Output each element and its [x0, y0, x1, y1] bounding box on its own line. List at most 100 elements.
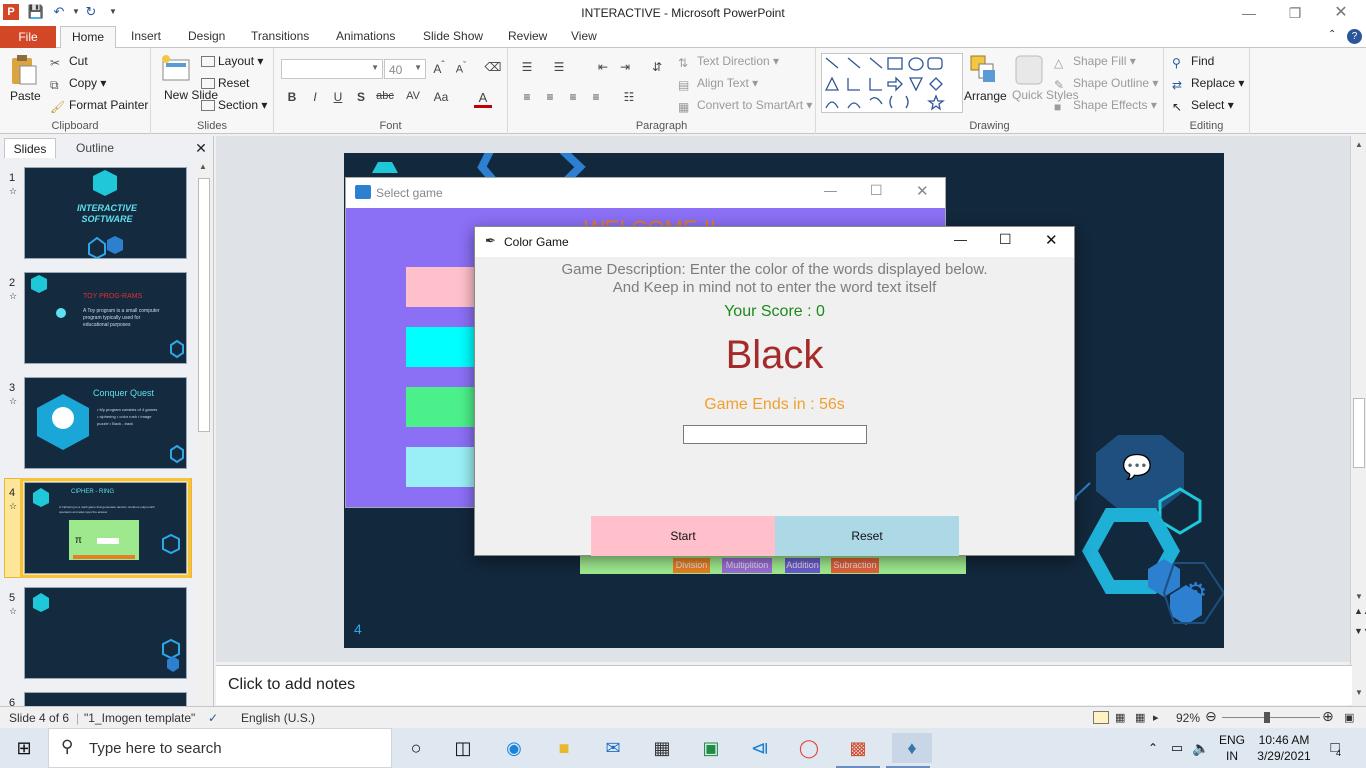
taskbar-search-box[interactable]: ⚲ Type here to search — [48, 728, 392, 768]
align-right-icon[interactable]: ≡ — [564, 90, 582, 108]
scroll-up-icon[interactable]: ▲ — [199, 162, 207, 171]
arrange-icon[interactable] — [969, 54, 999, 86]
zoom-level[interactable]: 92% — [1176, 711, 1200, 725]
find-button[interactable]: ⚲ Find — [1172, 54, 1214, 70]
shadow-icon[interactable]: S — [352, 90, 370, 108]
edge-browser-icon[interactable]: ◉ — [499, 733, 529, 763]
change-case-icon[interactable]: Aa — [432, 90, 450, 108]
chrome-icon[interactable]: ◯ — [794, 733, 824, 763]
minimize-button[interactable]: — — [824, 183, 837, 198]
zoom-in-icon[interactable]: ⊕ — [1322, 708, 1334, 725]
font-name-select[interactable]: ▼ — [281, 59, 383, 79]
shape-effects-button[interactable]: ■ Shape Effects ▾ — [1054, 98, 1157, 114]
tab-home[interactable]: Home — [60, 26, 116, 49]
align-center-icon[interactable]: ≡ — [541, 90, 559, 108]
shape-outline-button[interactable]: ✎ Shape Outline ▾ — [1054, 76, 1158, 92]
strikethrough-icon[interactable]: abc — [376, 90, 394, 108]
previous-slide-icon[interactable]: ▲▲ — [1354, 606, 1366, 616]
format-painter-button[interactable]: 🖌 Format Painter — [50, 98, 148, 114]
mail-icon[interactable]: ✉ — [598, 733, 628, 763]
maximize-button[interactable]: ☐ — [999, 231, 1012, 248]
scroll-down-icon[interactable]: ▼ — [1355, 592, 1363, 601]
convert-smartart-button[interactable]: ▦ Convert to SmartArt ▾ — [678, 98, 812, 114]
subraction-op-button[interactable]: Subraction — [831, 558, 879, 573]
help-icon[interactable]: ? — [1347, 29, 1362, 44]
cut-button[interactable]: ✂ Cut — [50, 54, 88, 70]
replace-button[interactable]: ⇄ Replace ▾ — [1172, 76, 1244, 92]
notes-pane[interactable]: Click to add notes — [216, 665, 1352, 705]
underline-icon[interactable]: U — [329, 90, 347, 108]
close-panel-icon[interactable]: ✕ — [193, 138, 209, 158]
char-spacing-icon[interactable]: AV — [404, 90, 422, 108]
quick-styles-icon[interactable] — [1014, 54, 1044, 86]
tab-slides[interactable]: Slides — [4, 138, 56, 158]
minimize-button[interactable]: — — [954, 232, 967, 247]
tab-review[interactable]: Review — [508, 29, 547, 43]
division-op-button[interactable]: Division — [673, 558, 710, 573]
tab-view[interactable]: View — [571, 29, 597, 43]
tab-outline[interactable]: Outline — [66, 138, 124, 158]
classroom-icon[interactable]: ▣ — [696, 733, 726, 763]
justify-icon[interactable]: ≡ — [587, 90, 605, 108]
slide-thumbnail-4[interactable]: CIPHER - RING A Ciphering is a math game… — [20, 478, 191, 578]
clear-format-icon[interactable]: ⌫ — [484, 60, 502, 78]
section-button[interactable]: Section ▾ — [201, 98, 267, 112]
bold-icon[interactable]: B — [283, 90, 301, 108]
fit-to-window-icon[interactable]: ▣ — [1344, 711, 1354, 724]
addition-op-button[interactable]: Addition — [785, 558, 820, 573]
zoom-slider[interactable] — [1222, 717, 1320, 718]
windows-start-icon[interactable]: ⊞ — [9, 733, 39, 763]
panel-scrollbar[interactable]: ▲ — [196, 160, 212, 706]
notification-center-icon[interactable]: □ — [1320, 733, 1350, 763]
slideshow-view-icon[interactable]: ▸ — [1153, 711, 1159, 724]
editor-scrollbar[interactable]: ▲ ▼ ▲▲ ▼▼ ▼ — [1350, 136, 1366, 706]
zoom-out-icon[interactable]: ⊖ — [1205, 708, 1217, 725]
system-clock[interactable]: 10:46 AM 3/29/2021 — [1252, 732, 1316, 764]
font-color-icon[interactable]: A — [474, 90, 492, 108]
align-text-button[interactable]: ▤ Align Text ▾ — [678, 76, 758, 92]
columns-icon[interactable]: ☷ — [620, 90, 638, 108]
store-icon[interactable]: ▦ — [647, 733, 677, 763]
increase-indent-icon[interactable]: ⇥ — [616, 60, 634, 78]
zoom-slider-thumb[interactable] — [1264, 712, 1270, 723]
decrease-indent-icon[interactable]: ⇤ — [594, 60, 612, 78]
scroll-up-icon[interactable]: ▲ — [1355, 140, 1363, 149]
reading-view-icon[interactable]: ▦ — [1135, 711, 1145, 724]
slide-thumbnail-2[interactable]: TOY PROG-RAMS A Toy program is a small c… — [24, 272, 187, 364]
close-button[interactable]: ✕ — [1045, 231, 1058, 249]
bullets-icon[interactable]: ☰ — [518, 60, 536, 78]
answer-input[interactable] — [683, 425, 867, 444]
tab-design[interactable]: Design — [188, 29, 225, 43]
collapse-ribbon-icon[interactable]: ⌃ — [1328, 29, 1336, 40]
align-left-icon[interactable]: ≡ — [518, 90, 536, 108]
minimize-button[interactable]: — — [1226, 0, 1272, 26]
panel-scroll-thumb[interactable] — [198, 178, 210, 432]
powerpoint-taskbar-icon[interactable]: ▩ — [843, 733, 873, 763]
line-spacing-icon[interactable]: ⇵ — [648, 60, 666, 78]
language-indicator[interactable]: English (U.S.) — [241, 711, 315, 725]
new-slide-icon[interactable] — [161, 54, 191, 86]
scroll-down-icon[interactable]: ▼ — [1355, 688, 1363, 697]
volume-icon[interactable]: 🔈 — [1186, 733, 1216, 763]
close-button[interactable]: ✕ — [916, 182, 929, 200]
font-size-select[interactable]: 40 ▼ — [384, 59, 426, 79]
cortana-icon[interactable]: ○ — [401, 733, 431, 763]
normal-view-icon[interactable] — [1093, 711, 1109, 724]
paste-icon[interactable] — [9, 54, 39, 86]
shapes-gallery[interactable] — [821, 53, 963, 113]
python-icon[interactable]: ♦ — [892, 733, 932, 763]
grow-font-icon[interactable]: Aˆ — [430, 60, 448, 78]
spellcheck-icon[interactable]: ✓ — [208, 711, 218, 725]
tab-slide-show[interactable]: Slide Show — [423, 29, 483, 43]
start-button[interactable]: Start — [591, 516, 775, 556]
italic-icon[interactable]: I — [306, 90, 324, 108]
slide-thumbnail-6[interactable] — [24, 692, 187, 706]
maximize-button[interactable]: ❐ — [1272, 0, 1318, 26]
task-view-icon[interactable]: ◫ — [448, 733, 478, 763]
paste-button[interactable]: Paste — [10, 89, 41, 103]
select-button[interactable]: ↖ Select ▾ — [1172, 98, 1234, 114]
slide-thumbnail-1[interactable]: INTERACTIVE SOFTWARE — [24, 167, 187, 260]
slide-thumbnail-5[interactable] — [24, 587, 187, 679]
editor-scroll-thumb[interactable] — [1353, 398, 1365, 468]
maximize-button[interactable]: ☐ — [870, 182, 883, 199]
